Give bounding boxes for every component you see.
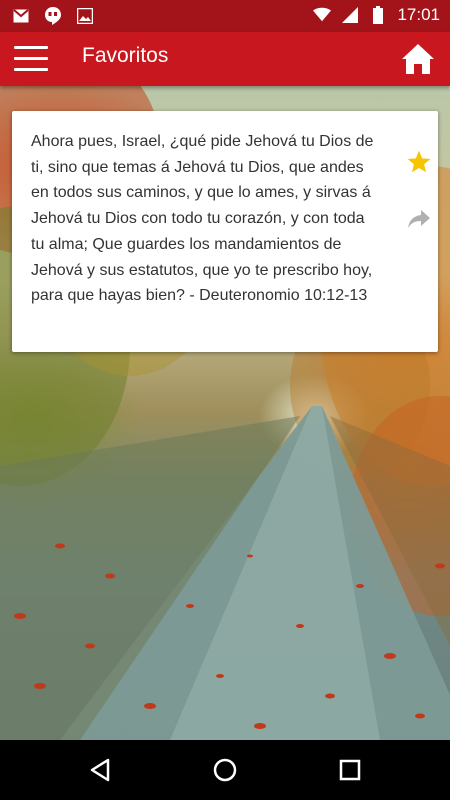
home-icon bbox=[402, 44, 434, 74]
hangouts-icon bbox=[44, 6, 62, 26]
share-icon bbox=[408, 210, 430, 228]
status-bar: 17:01 bbox=[0, 0, 450, 32]
clock: 17:01 bbox=[397, 5, 440, 24]
verse-text: Ahora pues, Israel, ¿qué pide Jehová tu … bbox=[31, 133, 374, 305]
star-icon bbox=[407, 150, 431, 173]
image-icon bbox=[76, 6, 94, 26]
system-nav-bar bbox=[0, 740, 450, 800]
menu-button[interactable] bbox=[14, 46, 48, 72]
back-icon bbox=[90, 758, 110, 782]
notification-icons bbox=[12, 6, 94, 26]
battery-icon bbox=[369, 5, 387, 25]
system-icons: 17:01 bbox=[313, 5, 440, 25]
share-button[interactable] bbox=[406, 208, 432, 230]
wifi-icon bbox=[313, 5, 332, 25]
gmail-icon bbox=[12, 6, 30, 26]
menu-icon bbox=[14, 46, 48, 71]
home-circle-icon bbox=[213, 758, 237, 782]
back-button[interactable] bbox=[86, 756, 114, 784]
favorite-star-button[interactable] bbox=[406, 149, 432, 175]
recents-icon bbox=[339, 759, 361, 781]
signal-icon bbox=[341, 5, 359, 25]
app-bar: Favoritos bbox=[0, 32, 450, 86]
home-nav-button[interactable] bbox=[211, 756, 239, 784]
recents-button[interactable] bbox=[336, 756, 364, 784]
page-title: Favoritos bbox=[82, 44, 169, 67]
home-button[interactable] bbox=[400, 42, 436, 76]
favorite-verse-card: Ahora pues, Israel, ¿qué pide Jehová tu … bbox=[12, 111, 438, 352]
